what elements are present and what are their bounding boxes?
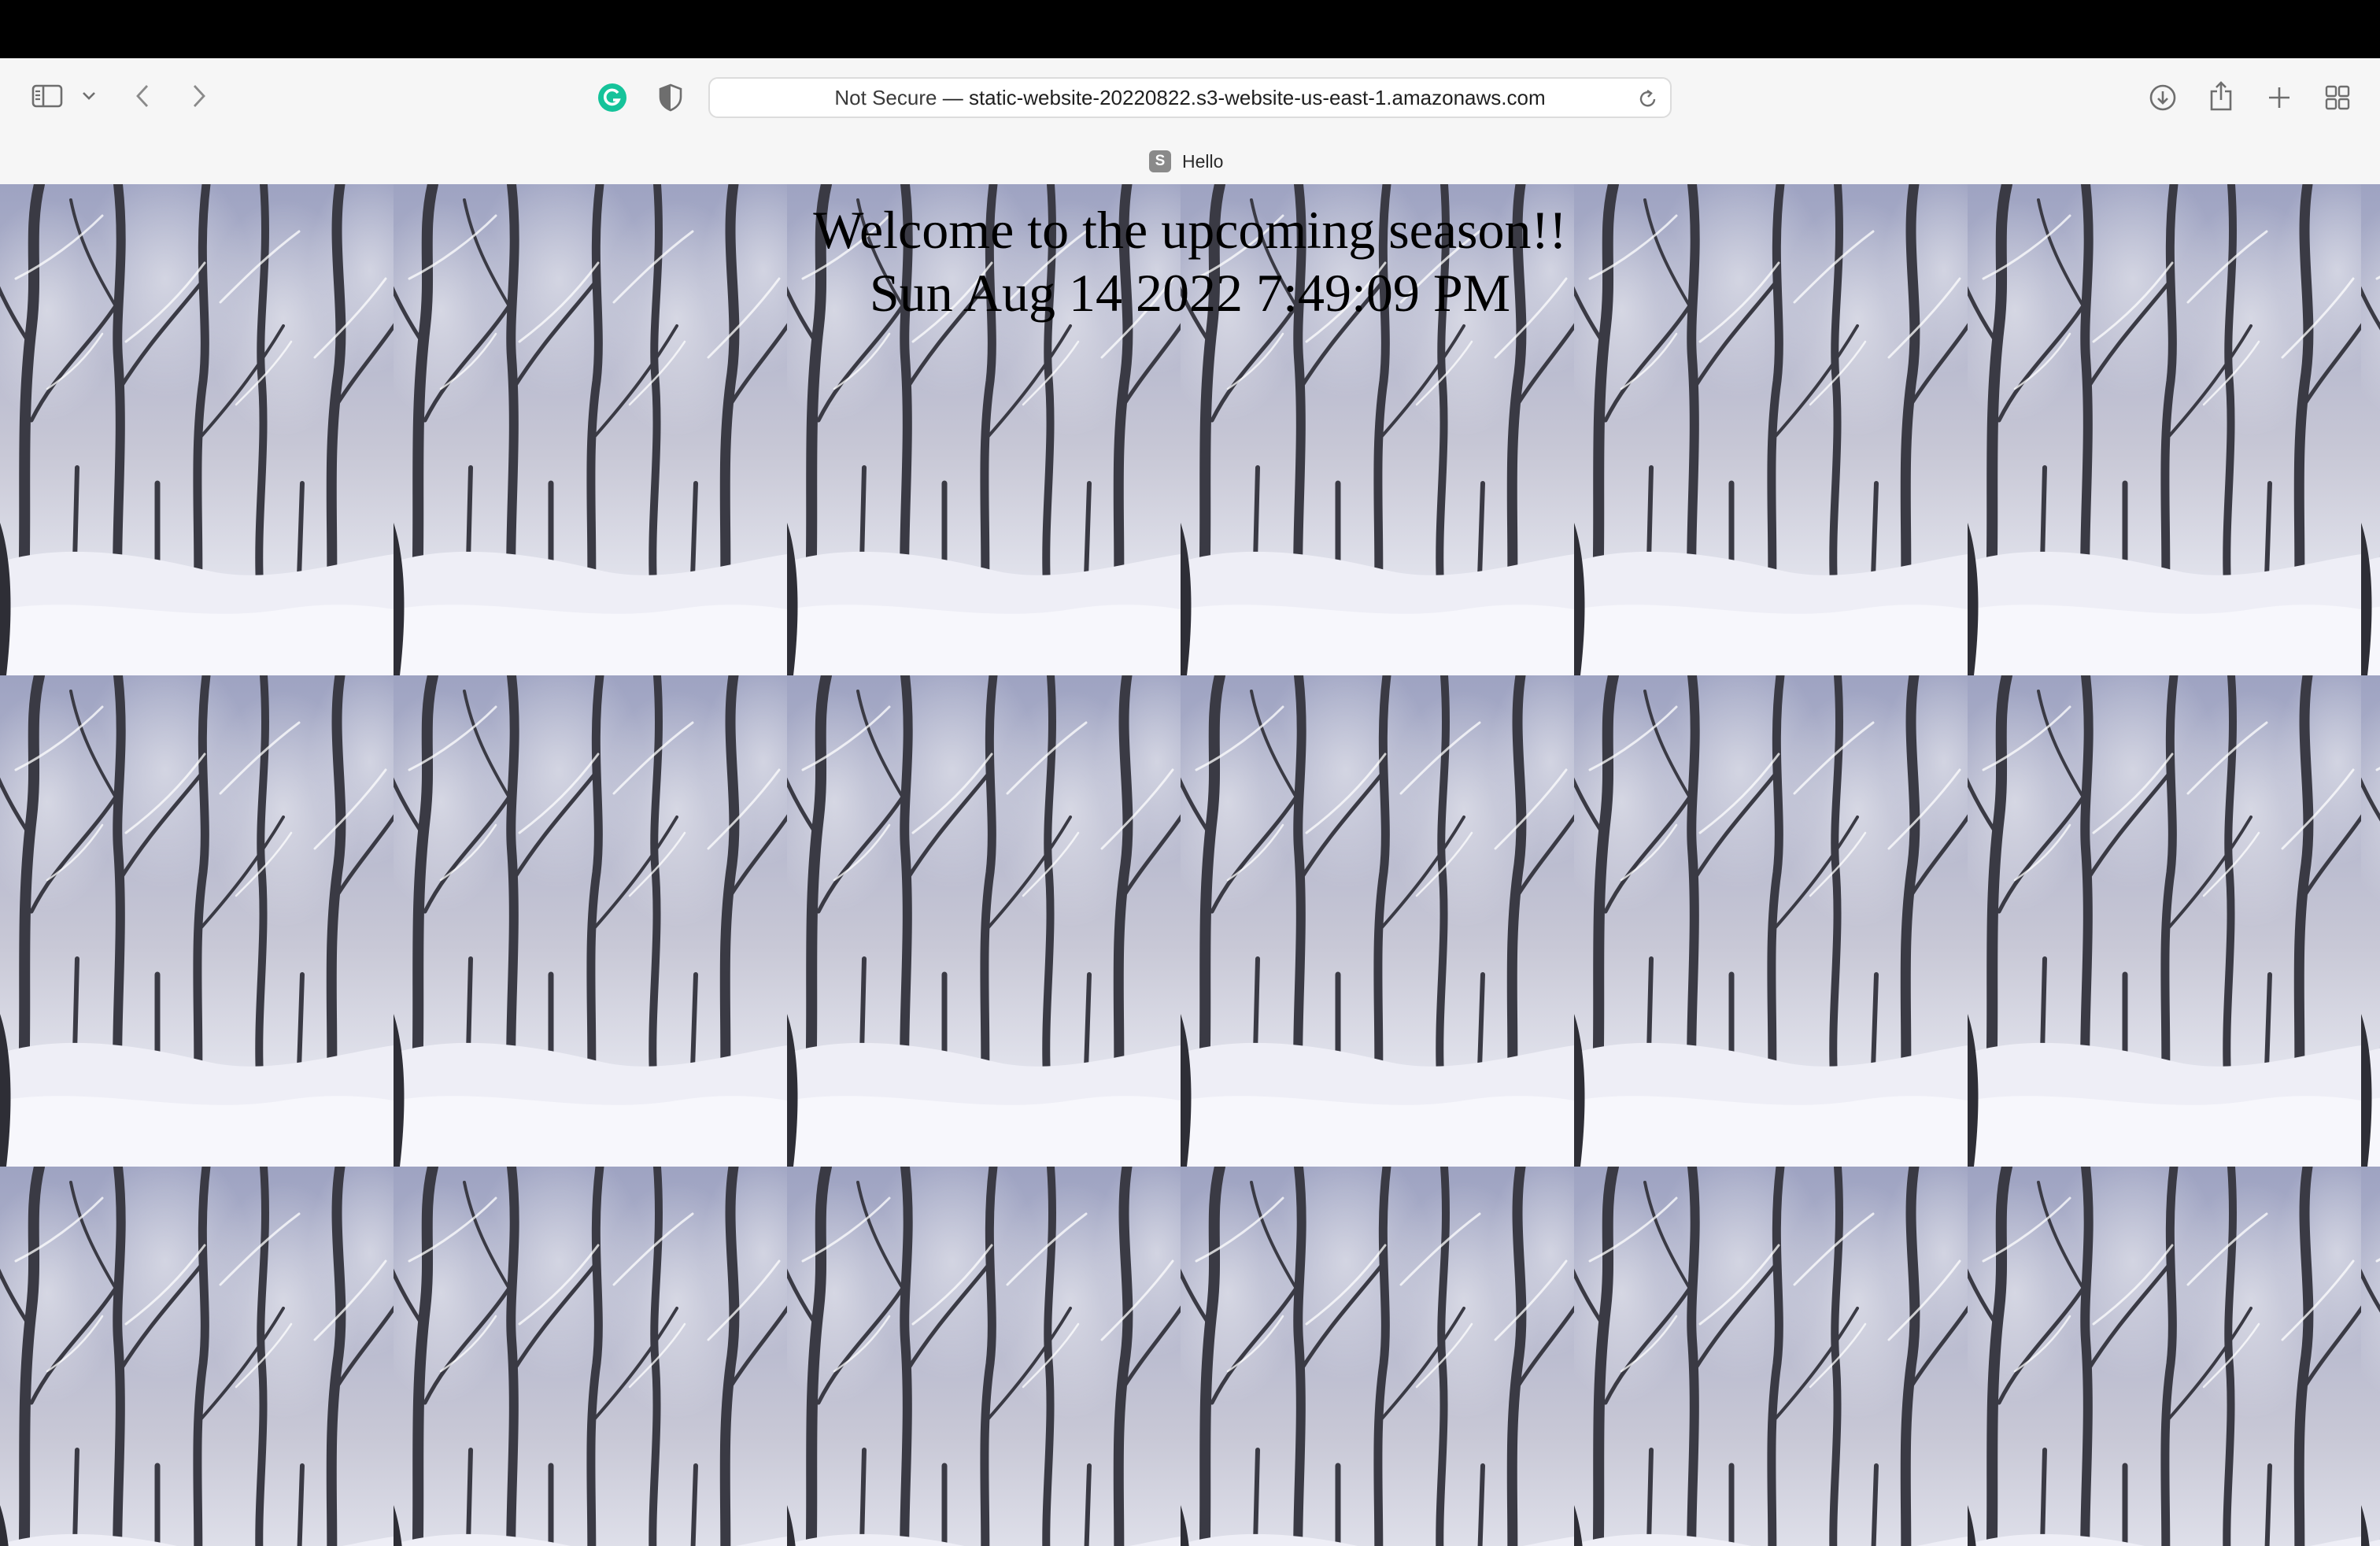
grammarly-icon[interactable]	[597, 82, 628, 113]
menu-bar	[0, 0, 2380, 58]
chevron-down-icon[interactable]	[79, 87, 99, 105]
chevron-right-icon[interactable]	[187, 80, 211, 112]
sidebar-icon[interactable]	[30, 82, 65, 110]
tab-hello[interactable]: S Hello	[1149, 148, 1223, 175]
plus-icon[interactable]	[2265, 82, 2293, 113]
url-text: static-website-20220822.s3-website-us-ea…	[968, 85, 1546, 109]
tab-title: Hello	[1182, 150, 1224, 172]
page-heading: Welcome to the upcoming season!! Sun Aug…	[0, 198, 2380, 324]
grid-icon[interactable]	[2323, 82, 2352, 113]
reload-icon[interactable]	[1637, 87, 1659, 110]
welcome-heading: Welcome to the upcoming season!!	[813, 200, 1567, 260]
favicon: S	[1149, 150, 1171, 172]
share-icon[interactable]	[2207, 79, 2235, 113]
snowy-forest-background	[0, 184, 2380, 1546]
chevron-left-icon[interactable]	[131, 80, 154, 112]
current-datetime: Sun Aug 14 2022 7:49:09 PM	[869, 263, 1511, 323]
browser-toolbar: Not Secure — static-website-20220822.s3-…	[0, 58, 2380, 186]
download-icon[interactable]	[2147, 82, 2179, 113]
web-page: Welcome to the upcoming season!! Sun Aug…	[0, 184, 2380, 1546]
address-bar[interactable]: Not Secure — static-website-20220822.s3-…	[708, 77, 1672, 118]
security-label: Not Secure	[834, 85, 937, 109]
url-display: Not Secure — static-website-20220822.s3-…	[834, 86, 1545, 110]
shield-icon[interactable]	[656, 82, 685, 113]
url-separator: —	[942, 85, 963, 109]
